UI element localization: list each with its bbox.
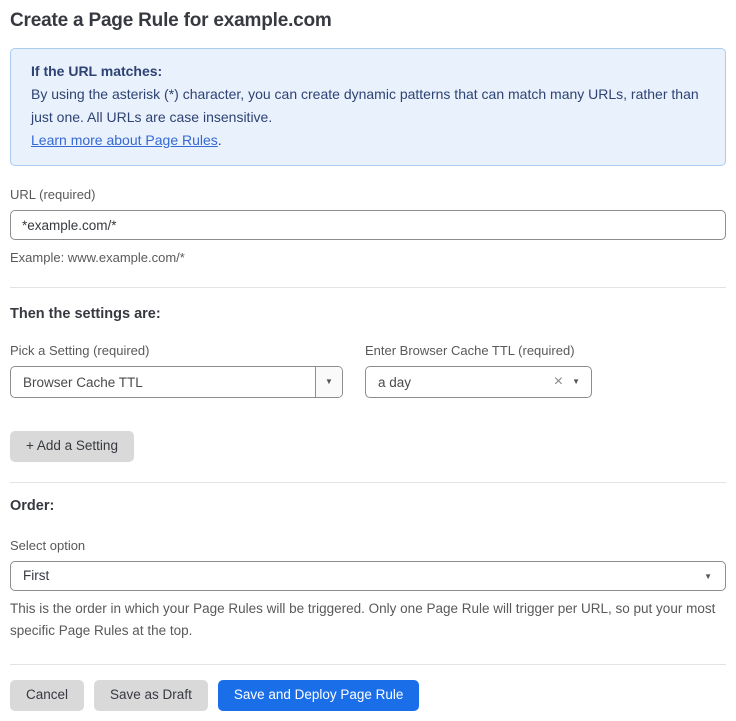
setting-picker-dropdown[interactable]: Browser Cache TTL ▼ bbox=[10, 366, 343, 398]
order-heading: Order: bbox=[10, 498, 726, 514]
cancel-button[interactable]: Cancel bbox=[10, 680, 84, 711]
setting-picker-value: Browser Cache TTL bbox=[11, 375, 315, 390]
save-draft-button[interactable]: Save as Draft bbox=[94, 680, 208, 711]
settings-row: Pick a Setting (required) Browser Cache … bbox=[10, 343, 726, 398]
divider bbox=[10, 664, 726, 665]
divider bbox=[10, 287, 726, 288]
clear-icon[interactable]: × bbox=[550, 374, 572, 390]
url-label: URL (required) bbox=[10, 187, 726, 202]
add-setting-button[interactable]: + Add a Setting bbox=[10, 431, 134, 462]
order-select[interactable]: First ▼ bbox=[10, 561, 726, 591]
info-box-link-line: Learn more about Page Rules. bbox=[31, 129, 705, 152]
chevron-down-icon[interactable]: ▼ bbox=[572, 378, 591, 386]
info-box-body: By using the asterisk (*) character, you… bbox=[31, 83, 705, 129]
ttl-combobox[interactable]: a day × ▼ bbox=[365, 366, 592, 398]
url-helper-text: Example: www.example.com/* bbox=[10, 248, 726, 267]
chevron-down-icon: ▼ bbox=[704, 573, 712, 581]
info-box-heading: If the URL matches: bbox=[31, 60, 705, 83]
save-deploy-button[interactable]: Save and Deploy Page Rule bbox=[218, 680, 420, 711]
ttl-picker-column: Enter Browser Cache TTL (required) a day… bbox=[365, 343, 592, 398]
order-select-label: Select option bbox=[10, 538, 726, 553]
link-suffix: . bbox=[218, 132, 222, 148]
page-rule-form: Create a Page Rule for example.com If th… bbox=[0, 0, 736, 721]
ttl-value: a day bbox=[366, 375, 550, 390]
setting-picker-column: Pick a Setting (required) Browser Cache … bbox=[10, 343, 343, 398]
page-title: Create a Page Rule for example.com bbox=[10, 10, 726, 32]
settings-heading: Then the settings are: bbox=[10, 306, 726, 322]
setting-picker-label: Pick a Setting (required) bbox=[10, 343, 343, 358]
chevron-down-icon: ▼ bbox=[325, 378, 333, 386]
url-input[interactable] bbox=[10, 210, 726, 240]
order-select-value: First bbox=[11, 568, 725, 583]
footer-actions: Cancel Save as Draft Save and Deploy Pag… bbox=[10, 680, 726, 711]
divider bbox=[10, 482, 726, 483]
learn-more-link[interactable]: Learn more about Page Rules bbox=[31, 132, 218, 148]
dropdown-arrow-segment[interactable]: ▼ bbox=[315, 367, 342, 397]
order-helper-text: This is the order in which your Page Rul… bbox=[10, 598, 726, 642]
url-match-info-box: If the URL matches: By using the asteris… bbox=[10, 48, 726, 166]
ttl-picker-label: Enter Browser Cache TTL (required) bbox=[365, 343, 592, 358]
